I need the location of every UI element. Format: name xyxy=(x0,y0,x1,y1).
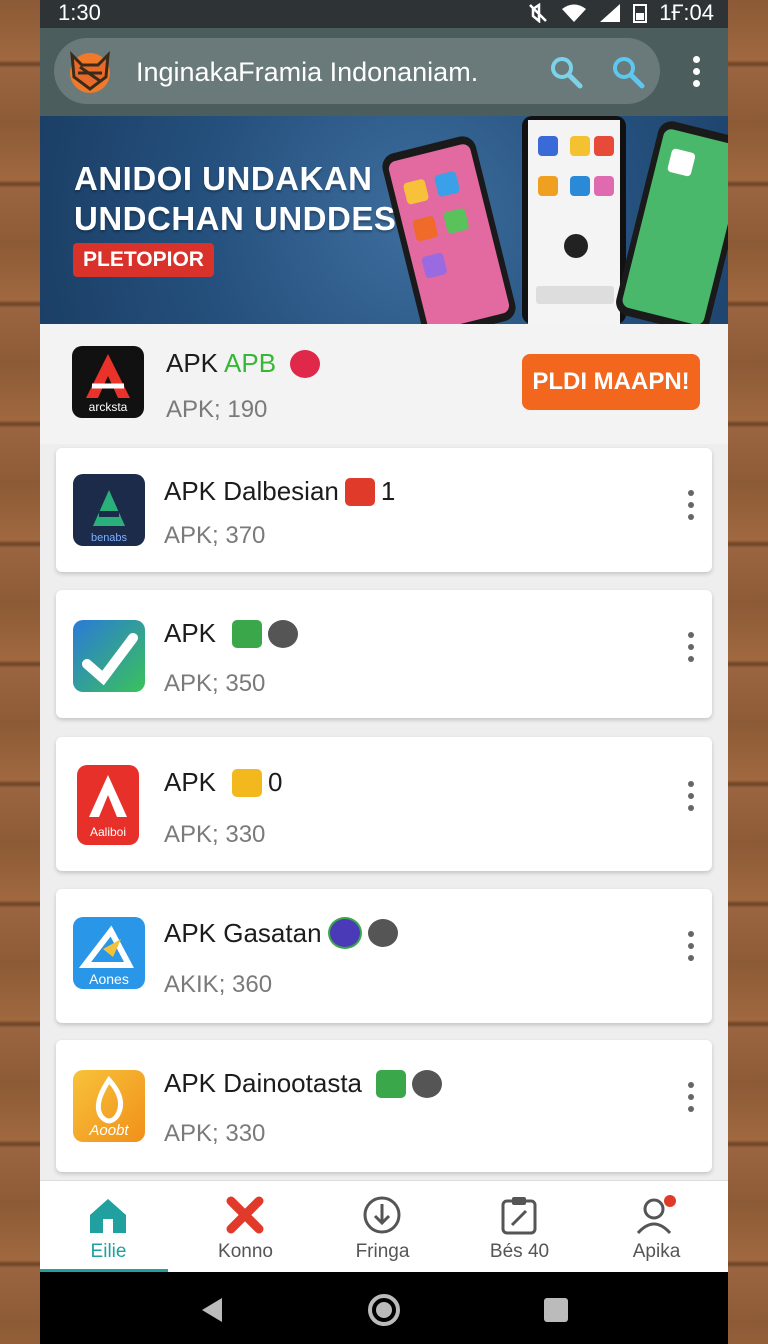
recents-icon[interactable] xyxy=(542,1296,570,1324)
overflow-menu-icon[interactable] xyxy=(680,52,712,92)
app-icon: benabs xyxy=(73,474,145,546)
app-name-suffix: 0 xyxy=(268,767,283,797)
search-submit-icon[interactable] xyxy=(610,54,646,90)
nav-label: Apika xyxy=(632,1241,681,1262)
app-meta: APK; 370 xyxy=(164,522,266,549)
nav-tab-home[interactable]: Eilie xyxy=(40,1181,177,1273)
install-button[interactable]: PLDI MAAPN! xyxy=(522,354,700,410)
app-title: APK xyxy=(164,618,299,649)
app-title: APK Dainootasta xyxy=(164,1068,443,1099)
bot-badge-icon xyxy=(232,768,263,797)
a-logo-icon xyxy=(89,775,127,817)
status-icons: 1Ғ:04 xyxy=(527,0,714,26)
phones-illustration xyxy=(382,116,728,324)
status-bar: 1:30 1Ғ:04 xyxy=(40,0,728,28)
more-options-icon[interactable] xyxy=(679,488,703,524)
app-name-suffix: 1 xyxy=(380,476,396,506)
system-navigation-bar xyxy=(40,1272,728,1344)
featured-app[interactable]: arcksta APK APB APK; 190 PLDI MAAPN! xyxy=(40,324,728,444)
fox-logo-icon xyxy=(70,51,110,93)
app-icon-text: benabs xyxy=(90,532,128,544)
app-name: APK xyxy=(164,618,217,648)
list-item[interactable]: Aoobt APK Dainootasta APK; 330 xyxy=(56,1040,712,1172)
app-meta: AKIK; 360 xyxy=(164,971,273,998)
app-meta: APK; 350 xyxy=(164,670,266,697)
mute-icon xyxy=(529,3,548,23)
star-badge-icon xyxy=(232,619,263,648)
app-icon-text: Aaliboi xyxy=(89,825,127,839)
promo-banner[interactable]: ANIDOI UNDAKAN UNDCHAN UNDDESIA PLETOPIO… xyxy=(40,116,728,324)
back-icon[interactable] xyxy=(198,1296,226,1324)
banner-title-line2: UNDCHAN UNDDESIA xyxy=(74,200,431,237)
list-item[interactable]: Aaliboi APK 0 APK; 330 xyxy=(56,737,712,871)
signal-icon xyxy=(600,4,621,22)
nav-label: Eilie xyxy=(90,1241,127,1262)
planet-badge-icon xyxy=(327,917,362,949)
featured-app-icon: arcksta xyxy=(72,346,144,418)
battery-icon xyxy=(633,4,648,23)
app-name: APK Dainootasta xyxy=(164,1068,363,1098)
star-badge-icon xyxy=(376,1069,407,1098)
check-logo-icon xyxy=(82,633,138,686)
bot-badge-icon xyxy=(344,477,375,506)
nav-label: Fringa xyxy=(355,1241,410,1262)
list-item[interactable]: APK APK; 350 xyxy=(56,590,712,718)
search-bar[interactable]: InginakaFramia Indonaniam. xyxy=(54,38,660,104)
x-mark-icon xyxy=(226,1196,264,1234)
more-options-icon[interactable] xyxy=(679,929,703,965)
featured-app-title: APK APB xyxy=(166,348,321,379)
banner-title-line1: ANIDOI UNDAKAN xyxy=(74,160,373,197)
app-meta: APK; 330 xyxy=(164,821,266,848)
status-clock-right: 1Ғ:04 xyxy=(659,0,714,25)
app-icon xyxy=(73,620,145,692)
ribbon-badge-icon xyxy=(290,349,321,378)
wifi-icon xyxy=(562,4,587,22)
featured-app-name: APK xyxy=(166,348,219,378)
d-badge-icon xyxy=(367,919,398,947)
app-icon: Aones xyxy=(73,917,145,989)
profile-icon xyxy=(636,1195,676,1235)
app-name: APK Dalbesian xyxy=(164,476,339,506)
nav-tab-bes[interactable]: Bés 40 xyxy=(451,1181,588,1273)
search-icon[interactable] xyxy=(548,54,584,90)
app-name: APK Gasatan xyxy=(164,917,322,948)
nav-tab-apika[interactable]: Apika xyxy=(588,1181,725,1273)
more-options-icon[interactable] xyxy=(679,1080,703,1116)
more-options-icon[interactable] xyxy=(679,779,703,815)
featured-app-meta: APK; 190 xyxy=(166,396,268,423)
app-title: APK 0 xyxy=(164,767,283,798)
search-query[interactable]: InginakaFramia Indonaniam. xyxy=(136,57,478,88)
clipboard-icon xyxy=(501,1197,537,1235)
app-title: APK Dalbesian 1 xyxy=(164,476,395,507)
home-icon xyxy=(90,1199,126,1233)
status-time: 1:30 xyxy=(58,0,101,25)
app-icon: Aoobt xyxy=(73,1070,145,1142)
download-icon xyxy=(363,1196,401,1234)
list-item[interactable]: Aones APK Gasatan AKIK; 360 xyxy=(56,889,712,1023)
app-meta: APK; 330 xyxy=(164,1120,266,1147)
app-icon-text: Aoobt xyxy=(89,1122,129,1139)
d-badge-icon xyxy=(412,1069,443,1098)
more-options-icon[interactable] xyxy=(679,630,703,666)
banner-badge: PLETOPIOR xyxy=(73,243,214,277)
app-icon: Aaliboi xyxy=(77,765,139,845)
d-badge-icon xyxy=(268,619,299,648)
bottom-navigation: Eilie Konno Fringa Bés 40 Apika xyxy=(40,1180,728,1273)
app-name: APK xyxy=(164,767,217,797)
app-title: APK Gasatan xyxy=(164,917,398,949)
nav-label: Bés 40 xyxy=(489,1241,550,1262)
featured-app-tag: APB xyxy=(224,348,277,378)
nav-tab-konno[interactable]: Konno xyxy=(177,1181,314,1273)
phone-screen: 1:30 1Ғ:04 InginakaFramia Indonaniam. AN… xyxy=(40,0,728,1344)
list-item[interactable]: benabs APK Dalbesian 1 APK; 370 xyxy=(56,448,712,572)
top-app-bar: InginakaFramia Indonaniam. xyxy=(40,28,728,116)
featured-icon-text: arcksta xyxy=(88,400,128,414)
home-button-icon[interactable] xyxy=(366,1292,402,1328)
nav-tab-fringa[interactable]: Fringa xyxy=(314,1181,451,1273)
nav-label: Konno xyxy=(218,1241,273,1262)
app-icon-text: Aones xyxy=(89,971,129,987)
